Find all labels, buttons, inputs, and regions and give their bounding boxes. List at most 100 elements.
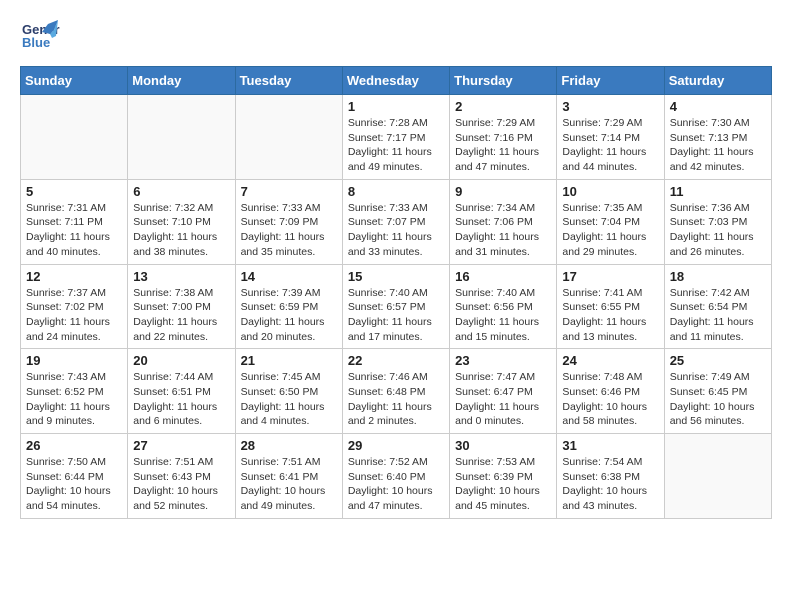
- day-number: 26: [26, 438, 122, 453]
- calendar-cell: [235, 95, 342, 180]
- calendar-cell: 18Sunrise: 7:42 AM Sunset: 6:54 PM Dayli…: [664, 264, 771, 349]
- day-info: Sunrise: 7:51 AM Sunset: 6:43 PM Dayligh…: [133, 455, 229, 514]
- day-info: Sunrise: 7:54 AM Sunset: 6:38 PM Dayligh…: [562, 455, 658, 514]
- calendar-cell: 9 Sunrise: 7:34 AM Sunset: 7:06 PM Daylig…: [450, 179, 557, 264]
- week-row-5: 26 Sunrise: 7:50 AM Sunset: 6:44 PM Dayli…: [21, 434, 772, 519]
- day-number: 6: [133, 184, 229, 199]
- day-info: Sunrise: 7:53 AM Sunset: 6:39 PM Dayligh…: [455, 455, 551, 514]
- day-number: 1: [348, 99, 444, 114]
- calendar-cell: 5 Sunrise: 7:31 AM Sunset: 7:11 PM Daylig…: [21, 179, 128, 264]
- day-number: 7: [241, 184, 337, 199]
- day-info: Sunrise: 7:45 AM Sunset: 6:50 PM Dayligh…: [241, 370, 337, 429]
- day-info: Sunrise: 7:48 AM Sunset: 6:46 PM Dayligh…: [562, 370, 658, 429]
- day-info: Sunrise: 7:36 AM Sunset: 7:03 PM Dayligh…: [670, 201, 766, 260]
- day-info: Sunrise: 7:37 AM Sunset: 7:02 PM Dayligh…: [26, 286, 122, 345]
- calendar-cell: 3 Sunrise: 7:29 AM Sunset: 7:14 PM Daylig…: [557, 95, 664, 180]
- day-info: Sunrise: 7:33 AM Sunset: 7:09 PM Dayligh…: [241, 201, 337, 260]
- day-number: 18: [670, 269, 766, 284]
- day-number: 15: [348, 269, 444, 284]
- calendar-cell: [128, 95, 235, 180]
- day-info: Sunrise: 7:52 AM Sunset: 6:40 PM Dayligh…: [348, 455, 444, 514]
- day-number: 3: [562, 99, 658, 114]
- day-number: 9: [455, 184, 551, 199]
- day-info: Sunrise: 7:31 AM Sunset: 7:11 PM Dayligh…: [26, 201, 122, 260]
- calendar-cell: 19Sunrise: 7:43 AM Sunset: 6:52 PM Dayli…: [21, 349, 128, 434]
- day-info: Sunrise: 7:40 AM Sunset: 6:57 PM Dayligh…: [348, 286, 444, 345]
- day-info: Sunrise: 7:30 AM Sunset: 7:13 PM Dayligh…: [670, 116, 766, 175]
- day-info: Sunrise: 7:51 AM Sunset: 6:41 PM Dayligh…: [241, 455, 337, 514]
- day-info: Sunrise: 7:34 AM Sunset: 7:06 PM Dayligh…: [455, 201, 551, 260]
- calendar-table: SundayMondayTuesdayWednesdayThursdayFrid…: [20, 66, 772, 519]
- calendar-cell: 26 Sunrise: 7:50 AM Sunset: 6:44 PM Dayli…: [21, 434, 128, 519]
- page-header: General Blue: [20, 16, 772, 56]
- day-info: Sunrise: 7:40 AM Sunset: 6:56 PM Dayligh…: [455, 286, 551, 345]
- day-info: Sunrise: 7:39 AM Sunset: 6:59 PM Dayligh…: [241, 286, 337, 345]
- day-info: Sunrise: 7:38 AM Sunset: 7:00 PM Dayligh…: [133, 286, 229, 345]
- svg-text:Blue: Blue: [22, 35, 50, 50]
- day-info: Sunrise: 7:49 AM Sunset: 6:45 PM Dayligh…: [670, 370, 766, 429]
- day-info: Sunrise: 7:32 AM Sunset: 7:10 PM Dayligh…: [133, 201, 229, 260]
- day-info: Sunrise: 7:44 AM Sunset: 6:51 PM Dayligh…: [133, 370, 229, 429]
- day-number: 16: [455, 269, 551, 284]
- day-number: 22: [348, 353, 444, 368]
- calendar-cell: 8 Sunrise: 7:33 AM Sunset: 7:07 PM Daylig…: [342, 179, 449, 264]
- weekday-header-thursday: Thursday: [450, 67, 557, 95]
- day-number: 20: [133, 353, 229, 368]
- weekday-header-row: SundayMondayTuesdayWednesdayThursdayFrid…: [21, 67, 772, 95]
- calendar-cell: 27Sunrise: 7:51 AM Sunset: 6:43 PM Dayli…: [128, 434, 235, 519]
- day-info: Sunrise: 7:46 AM Sunset: 6:48 PM Dayligh…: [348, 370, 444, 429]
- calendar-cell: 28Sunrise: 7:51 AM Sunset: 6:41 PM Dayli…: [235, 434, 342, 519]
- day-info: Sunrise: 7:28 AM Sunset: 7:17 PM Dayligh…: [348, 116, 444, 175]
- calendar-cell: 2Sunrise: 7:29 AM Sunset: 7:16 PM Daylig…: [450, 95, 557, 180]
- day-number: 12: [26, 269, 122, 284]
- calendar-cell: 11 Sunrise: 7:36 AM Sunset: 7:03 PM Dayli…: [664, 179, 771, 264]
- calendar-cell: 31Sunrise: 7:54 AM Sunset: 6:38 PM Dayli…: [557, 434, 664, 519]
- day-info: Sunrise: 7:35 AM Sunset: 7:04 PM Dayligh…: [562, 201, 658, 260]
- calendar-cell: 30 Sunrise: 7:53 AM Sunset: 6:39 PM Dayli…: [450, 434, 557, 519]
- weekday-header-monday: Monday: [128, 67, 235, 95]
- week-row-2: 5 Sunrise: 7:31 AM Sunset: 7:11 PM Daylig…: [21, 179, 772, 264]
- calendar-cell: 22 Sunrise: 7:46 AM Sunset: 6:48 PM Dayli…: [342, 349, 449, 434]
- day-number: 8: [348, 184, 444, 199]
- day-info: Sunrise: 7:47 AM Sunset: 6:47 PM Dayligh…: [455, 370, 551, 429]
- day-number: 21: [241, 353, 337, 368]
- calendar-cell: 14 Sunrise: 7:39 AM Sunset: 6:59 PM Dayli…: [235, 264, 342, 349]
- calendar-cell: 17Sunrise: 7:41 AM Sunset: 6:55 PM Dayli…: [557, 264, 664, 349]
- calendar-cell: 15 Sunrise: 7:40 AM Sunset: 6:57 PM Dayli…: [342, 264, 449, 349]
- weekday-header-tuesday: Tuesday: [235, 67, 342, 95]
- day-number: 13: [133, 269, 229, 284]
- logo-icon: General Blue: [20, 16, 60, 56]
- day-number: 14: [241, 269, 337, 284]
- calendar-cell: 23 Sunrise: 7:47 AM Sunset: 6:47 PM Dayli…: [450, 349, 557, 434]
- calendar-cell: 20 Sunrise: 7:44 AM Sunset: 6:51 PM Dayli…: [128, 349, 235, 434]
- day-number: 29: [348, 438, 444, 453]
- day-number: 11: [670, 184, 766, 199]
- day-info: Sunrise: 7:29 AM Sunset: 7:16 PM Dayligh…: [455, 116, 551, 175]
- weekday-header-saturday: Saturday: [664, 67, 771, 95]
- day-info: Sunrise: 7:43 AM Sunset: 6:52 PM Dayligh…: [26, 370, 122, 429]
- calendar-cell: 29 Sunrise: 7:52 AM Sunset: 6:40 PM Dayli…: [342, 434, 449, 519]
- calendar-cell: 1 Sunrise: 7:28 AM Sunset: 7:17 PM Daylig…: [342, 95, 449, 180]
- calendar-cell: 12 Sunrise: 7:37 AM Sunset: 7:02 PM Dayli…: [21, 264, 128, 349]
- day-number: 25: [670, 353, 766, 368]
- day-info: Sunrise: 7:41 AM Sunset: 6:55 PM Dayligh…: [562, 286, 658, 345]
- calendar-cell: 24Sunrise: 7:48 AM Sunset: 6:46 PM Dayli…: [557, 349, 664, 434]
- day-number: 30: [455, 438, 551, 453]
- weekday-header-wednesday: Wednesday: [342, 67, 449, 95]
- week-row-4: 19Sunrise: 7:43 AM Sunset: 6:52 PM Dayli…: [21, 349, 772, 434]
- calendar-cell: 7 Sunrise: 7:33 AM Sunset: 7:09 PM Daylig…: [235, 179, 342, 264]
- calendar-cell: [664, 434, 771, 519]
- day-info: Sunrise: 7:33 AM Sunset: 7:07 PM Dayligh…: [348, 201, 444, 260]
- logo: General Blue: [20, 16, 60, 56]
- calendar-cell: 4Sunrise: 7:30 AM Sunset: 7:13 PM Daylig…: [664, 95, 771, 180]
- day-info: Sunrise: 7:50 AM Sunset: 6:44 PM Dayligh…: [26, 455, 122, 514]
- week-row-1: 1 Sunrise: 7:28 AM Sunset: 7:17 PM Daylig…: [21, 95, 772, 180]
- week-row-3: 12 Sunrise: 7:37 AM Sunset: 7:02 PM Dayli…: [21, 264, 772, 349]
- day-info: Sunrise: 7:29 AM Sunset: 7:14 PM Dayligh…: [562, 116, 658, 175]
- calendar-cell: 21 Sunrise: 7:45 AM Sunset: 6:50 PM Dayli…: [235, 349, 342, 434]
- day-number: 5: [26, 184, 122, 199]
- day-number: 10: [562, 184, 658, 199]
- calendar-cell: [21, 95, 128, 180]
- day-number: 23: [455, 353, 551, 368]
- weekday-header-friday: Friday: [557, 67, 664, 95]
